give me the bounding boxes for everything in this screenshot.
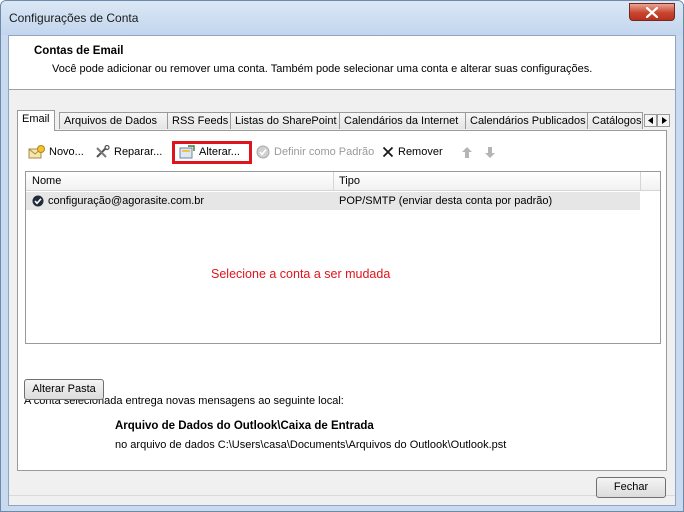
tab-published-calendars[interactable]: Calendários Publicados — [465, 112, 588, 129]
dialog-body: Contas de Email Você pode adicionar ou r… — [8, 35, 676, 506]
set-default-button-label: Definir como Padrão — [274, 146, 375, 158]
account-row[interactable]: configuração@agorasite.com.br POP/SMTP (… — [26, 192, 640, 210]
tab-scroll-right[interactable] — [657, 114, 670, 127]
window-title: Configurações de Conta — [9, 11, 139, 25]
change-folder-button[interactable]: Alterar Pasta — [24, 379, 104, 400]
new-button[interactable]: Novo... — [28, 143, 84, 161]
remove-button[interactable]: Remover — [382, 143, 443, 161]
delivery-folder-title: Arquivo de Dados do Outlook\Caixa de Ent… — [115, 420, 374, 432]
move-up-button[interactable] — [462, 143, 476, 161]
close-button[interactable]: Fechar — [596, 477, 666, 498]
column-divider — [640, 172, 641, 190]
footer-divider — [9, 495, 675, 496]
remove-button-label: Remover — [398, 146, 443, 158]
accounts-list-header: Nome Tipo — [26, 172, 660, 191]
title-bar: Configurações de Conta — [1, 1, 683, 35]
dialog-header: Contas de Email Você pode adicionar ou r… — [9, 36, 675, 90]
column-divider — [333, 172, 334, 190]
tools-icon — [96, 145, 110, 158]
default-account-check-icon — [32, 195, 44, 207]
close-icon — [646, 7, 658, 18]
remove-x-icon — [382, 146, 394, 158]
new-button-label: Novo... — [49, 146, 84, 158]
header-title: Contas de Email — [34, 45, 124, 57]
account-settings-window: Configurações de Conta Contas de Email V… — [0, 0, 684, 512]
instruction-annotation: Selecione a conta a ser mudada — [211, 267, 391, 281]
column-header-type[interactable]: Tipo — [339, 175, 360, 187]
delivery-folder-path: no arquivo de dados C:\Users\casa\Docume… — [115, 439, 507, 451]
tab-scroll-left[interactable] — [644, 114, 657, 127]
column-header-name[interactable]: Nome — [32, 175, 61, 187]
arrow-left-icon — [648, 117, 653, 124]
tab-strip: Email Arquivos de Dados RSS Feeds Listas… — [17, 110, 670, 131]
move-down-button[interactable] — [485, 143, 499, 161]
checkmark-icon — [256, 145, 270, 159]
arrow-down-icon — [485, 146, 495, 158]
account-type: POP/SMTP (enviar desta conta por padrão) — [339, 195, 553, 207]
tab-sharepoint-lists[interactable]: Listas do SharePoint — [230, 112, 340, 129]
tab-internet-calendars[interactable]: Calendários da Internet — [339, 112, 466, 129]
header-description: Você pode adicionar ou remover uma conta… — [52, 63, 593, 75]
accounts-list: Nome Tipo configuração@agorasite.com.br … — [25, 171, 661, 344]
window-close-button[interactable] — [629, 3, 675, 21]
tab-data-files[interactable]: Arquivos de Dados — [59, 112, 168, 129]
tab-email[interactable]: Email — [17, 110, 55, 131]
tab-rss-feeds[interactable]: RSS Feeds — [167, 112, 231, 129]
set-default-button[interactable]: Definir como Padrão — [256, 143, 374, 161]
repair-button-label: Reparar... — [114, 146, 163, 158]
arrow-right-icon — [662, 117, 667, 124]
change-button-highlight — [172, 141, 252, 164]
account-name: configuração@agorasite.com.br — [48, 195, 205, 207]
repair-button[interactable]: Reparar... — [95, 143, 162, 161]
arrow-up-icon — [462, 146, 472, 158]
new-account-icon — [28, 145, 45, 159]
tab-catalogs[interactable]: Catálogos — [587, 112, 643, 129]
